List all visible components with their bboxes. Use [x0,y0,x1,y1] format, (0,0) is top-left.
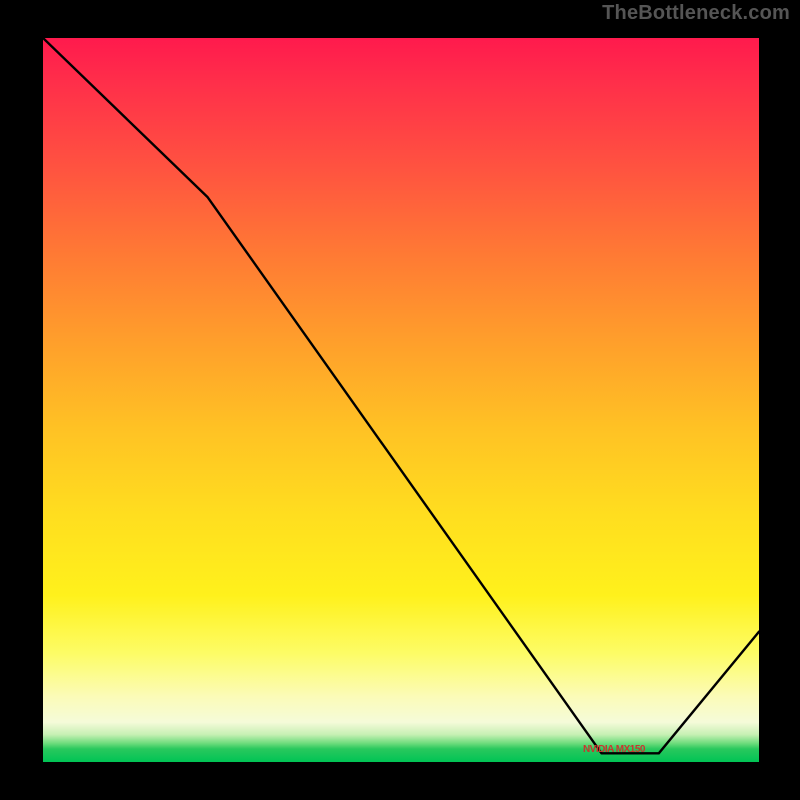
watermark-text: TheBottleneck.com [602,2,790,25]
curve-svg [43,38,759,762]
gpu-annotation: NVIDIA MX150 [583,744,645,755]
plot-frame: NVIDIA MX150 [31,26,771,774]
chart-stage: TheBottleneck.com NVIDIA MX150 [0,0,800,800]
plot-area: NVIDIA MX150 [43,38,759,762]
bottleneck-curve-path [43,38,759,753]
